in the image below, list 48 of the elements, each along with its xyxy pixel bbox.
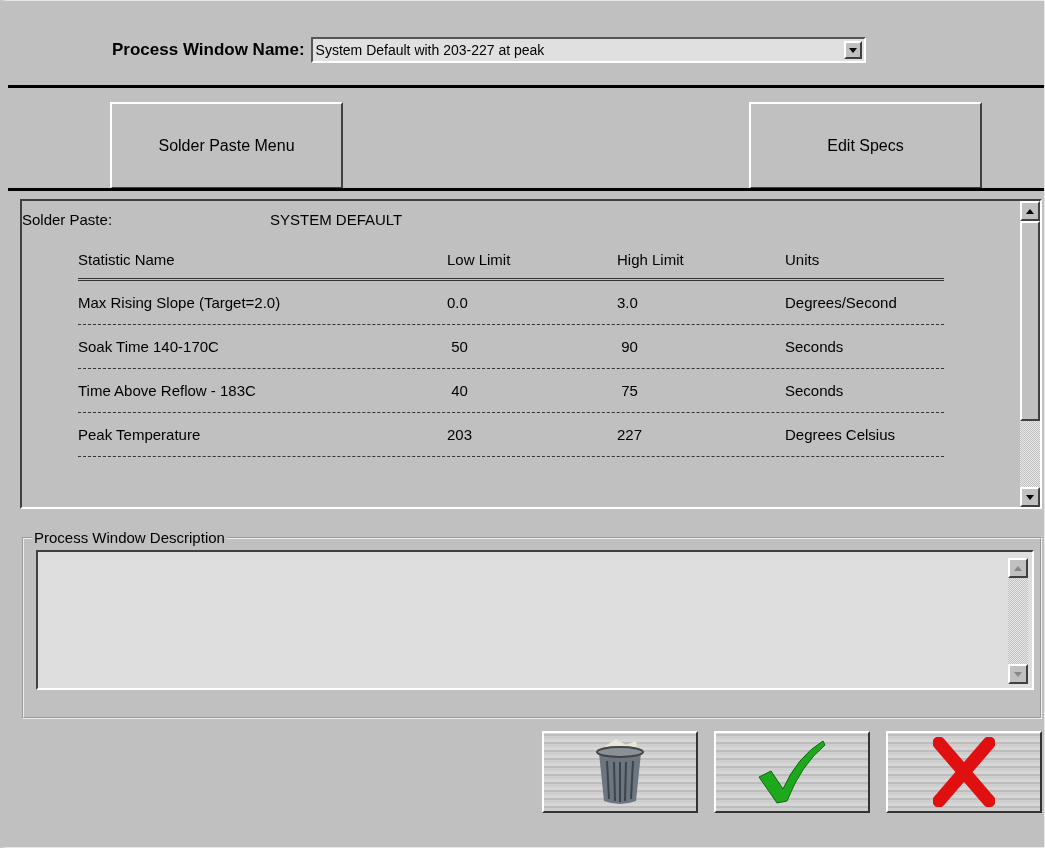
down-arrow-icon: [1014, 671, 1022, 677]
menu-button[interactable]: Edit Specs: [749, 102, 982, 189]
down-arrow-icon: [1026, 494, 1034, 500]
group-label: Process Window Description: [33, 529, 226, 546]
dropdown-value: System Default with 203-227 at peak: [315, 42, 545, 58]
scrollbar[interactable]: [1020, 201, 1040, 507]
table-cell-text: 90: [620, 338, 639, 355]
delete-button[interactable]: [542, 731, 698, 813]
solder-paste-label: Solder Paste:: [22, 211, 114, 230]
down-arrow-icon: [848, 47, 857, 53]
table-cell-text: Time Above Reflow - 183C: [78, 382, 257, 399]
table-cell-text: 40: [450, 382, 469, 399]
table-cell-text: 50: [450, 338, 469, 355]
table-cell-text: Degrees Celsius: [785, 426, 897, 443]
table-cell-text: Peak Temperature: [78, 426, 202, 443]
solder-paste-value: SYSTEM DEFAULT: [270, 211, 403, 230]
table-cell-text: 3.0: [617, 294, 639, 311]
scroll-down-button[interactable]: [1008, 664, 1028, 684]
column-header: Low Limit: [447, 251, 512, 268]
scroll-up-button[interactable]: [1008, 558, 1028, 578]
scroll-down-button[interactable]: [1020, 487, 1040, 507]
ok-button[interactable]: [714, 731, 870, 813]
scrollbar[interactable]: [1008, 558, 1028, 684]
menu-button[interactable]: Solder Paste Menu: [110, 102, 343, 189]
column-header: Statistic Name: [78, 251, 176, 268]
trash-can-icon: [594, 737, 646, 807]
column-header: High Limit: [617, 251, 685, 268]
table-cell-text: Soak Time 140-170C: [78, 338, 220, 355]
up-arrow-icon: [1026, 208, 1034, 214]
process-window-dropdown[interactable]: System Default with 203-227 at peak: [310, 37, 866, 63]
scroll-thumb[interactable]: [1020, 221, 1040, 421]
table-cell-text: Max Rising Slope (Target=2.0): [78, 294, 282, 311]
column-header: Units: [785, 251, 821, 268]
table-cell-text: 75: [620, 382, 639, 399]
scroll-up-button[interactable]: [1020, 201, 1040, 221]
description-field[interactable]: [36, 550, 1034, 690]
table-cell-text: Seconds: [785, 338, 845, 355]
table-cell-text: Degrees/Second: [785, 294, 898, 311]
table-cell-text: 227: [617, 426, 644, 443]
close-icon: [933, 737, 995, 807]
up-arrow-icon: [1014, 565, 1022, 571]
cancel-button[interactable]: [886, 731, 1042, 813]
table-cell-text: 0.0: [447, 294, 469, 311]
field-label: Process Window Name:: [112, 40, 305, 60]
dropdown-button[interactable]: [843, 41, 862, 59]
table-cell-text: Seconds: [785, 382, 845, 399]
table-cell-text: 203: [447, 426, 474, 443]
checkmark-icon: [757, 739, 827, 805]
